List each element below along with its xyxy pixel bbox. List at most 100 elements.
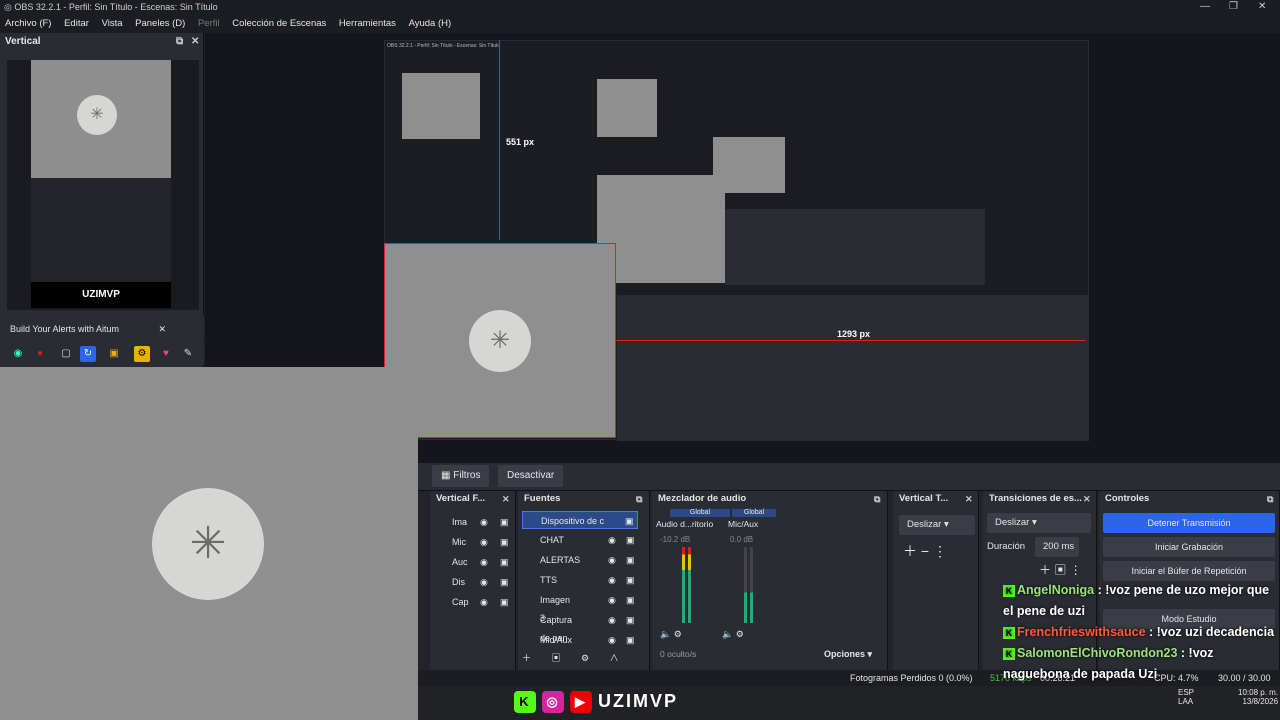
close-icon[interactable]: ✕ <box>1258 0 1266 14</box>
lock-icon[interactable]: ▣ <box>625 512 634 530</box>
stream-icon[interactable]: ◉ <box>10 346 26 362</box>
menu-editar[interactable]: Editar <box>64 18 89 29</box>
sources-actions[interactable]: ＋ ▣ ⚙ ∧ ∨ <box>522 649 649 681</box>
size-label: 1293 px <box>837 329 871 339</box>
menu-vista[interactable]: Vista <box>102 18 123 29</box>
lock-icon[interactable]: ▣ <box>626 631 635 649</box>
lock-icon[interactable]: ▣ <box>626 531 635 549</box>
minimize-icon[interactable]: — <box>1200 0 1210 14</box>
eye-icon[interactable]: ◉ <box>608 611 616 629</box>
volume-db: -10.2 dB <box>660 535 691 544</box>
transition-select[interactable]: Deslizar ▾ <box>899 515 975 535</box>
chat-user: SalomonElChivoRondon23 <box>1017 646 1178 660</box>
menu-perfil[interactable]: Perfil <box>198 18 220 29</box>
chat-message: K SalomonElChivoRondon23 : !voz naguebona… <box>1003 643 1280 685</box>
lock-icon[interactable]: ▣ <box>626 571 635 589</box>
lock-icon[interactable]: ▣ <box>626 551 635 569</box>
close-icon[interactable]: ✕ <box>158 316 166 342</box>
dropped-frames: Fotogramas Perdidos 0 (0.0%) <box>850 673 973 683</box>
eye-icon[interactable]: ◉ <box>480 553 488 571</box>
dock-title: Controles <box>1105 493 1150 504</box>
eye-icon[interactable]: ◉ <box>480 513 488 531</box>
options-button[interactable]: Opciones ▾ <box>824 649 872 660</box>
heart-icon[interactable]: ♥ <box>158 346 174 362</box>
menu-herramientas[interactable]: Herramientas <box>339 18 396 29</box>
source-name: Ima <box>452 517 468 527</box>
vertical-t-dock: Vertical T... ✕ Deslizar ▾ ＋ − ⋮ <box>893 491 979 671</box>
transition-select[interactable]: Deslizar ▾ <box>987 513 1091 533</box>
float-icon[interactable]: ⧉ <box>176 33 183 51</box>
lock-icon[interactable]: ▣ <box>500 553 509 571</box>
selected-source[interactable]: ✳ <box>384 243 616 438</box>
stop-icon[interactable]: ▢ <box>58 346 74 362</box>
close-icon[interactable]: ✕ <box>502 491 510 507</box>
eye-icon[interactable]: ◉ <box>608 531 616 549</box>
eye-icon[interactable]: ◉ <box>608 631 616 649</box>
dock-title: Vertical T... <box>899 493 949 504</box>
float-icon[interactable]: ⧉ <box>1267 491 1273 507</box>
eye-icon[interactable]: ◉ <box>608 591 616 609</box>
menu-bar: Archivo (F) Editar Vista Paneles (D) Per… <box>0 14 1280 33</box>
add-remove-buttons[interactable]: ＋ − ⋮ <box>903 541 947 561</box>
instagram-icon: ◎ <box>542 691 564 714</box>
dock-header: Vertical F... ✕ <box>430 491 515 507</box>
eye-icon[interactable]: ◉ <box>480 593 488 611</box>
close-icon[interactable]: ✕ <box>1083 491 1091 507</box>
duration-field[interactable]: 200 ms <box>1035 537 1079 557</box>
lock-icon[interactable]: ▣ <box>500 593 509 611</box>
vertical-dock-title: Vertical <box>5 36 41 47</box>
speaker-icon[interactable]: 🔈 ⚙ <box>660 629 682 640</box>
transition-value: Deslizar <box>995 517 1030 528</box>
list-item[interactable]: Dispositivo de c ▣ <box>522 511 638 529</box>
speaker-icon[interactable]: 🔈 ⚙ <box>722 629 744 640</box>
chat-icon[interactable]: ✎ <box>180 346 196 362</box>
record-icon[interactable]: ● <box>32 346 48 362</box>
stop-streaming-button[interactable]: Detener Transmisión <box>1103 513 1275 533</box>
size-label: 551 px <box>506 137 535 147</box>
deactivate-button[interactable]: Desactivar <box>498 465 564 487</box>
selection-line <box>499 40 500 240</box>
large-gray-source: ✳ <box>0 367 418 720</box>
obs-logo-icon: ◎ <box>4 2 12 12</box>
settings-icon[interactable]: ⚙ <box>134 346 150 362</box>
replay-icon[interactable]: ↻ <box>80 346 96 362</box>
eye-icon[interactable]: ◉ <box>608 571 616 589</box>
replay-buffer-button[interactable]: Iniciar el Búfer de Repetición <box>1103 561 1275 581</box>
eye-icon[interactable]: ◉ <box>480 533 488 551</box>
screenshot-icon[interactable]: ▣ <box>106 346 122 362</box>
kick-icon: K <box>514 691 536 714</box>
eye-icon[interactable]: ◉ <box>480 573 488 591</box>
vertical-dock-header: Vertical ⧉ ✕ <box>0 33 203 51</box>
lock-icon[interactable]: ▣ <box>626 591 635 609</box>
eye-icon[interactable]: ◉ <box>608 551 616 569</box>
filters-button[interactable]: ▦ Filtros <box>432 465 490 487</box>
volume-meter <box>744 547 747 623</box>
selection-line <box>616 340 1086 341</box>
nested-obs-docks <box>617 295 1089 441</box>
vertical-action-row: ◉ ● ▢ ↻ ▣ ⚙ ♥ ✎ <box>0 343 204 365</box>
transition-actions[interactable]: ＋ ▣ ⋮ <box>1039 561 1082 578</box>
channel-name[interactable]: Mic/Aux <box>728 519 758 529</box>
lock-icon[interactable]: ▣ <box>626 611 635 629</box>
nested-gray-source <box>597 175 725 283</box>
lock-icon[interactable]: ▣ <box>500 513 509 531</box>
close-icon[interactable]: ✕ <box>965 491 973 507</box>
start-recording-button[interactable]: Iniciar Grabación <box>1103 537 1275 557</box>
close-icon[interactable]: ✕ <box>191 33 199 51</box>
menu-coleccion[interactable]: Colección de Escenas <box>232 18 326 29</box>
brand-text: UZIMVP <box>598 691 679 711</box>
channel-tag: Global <box>670 509 730 517</box>
source-name: Auc <box>452 557 468 567</box>
vertical-gray-source: ✳ <box>31 60 171 178</box>
lock-icon[interactable]: ▣ <box>500 533 509 551</box>
menu-archivo[interactable]: Archivo (F) <box>5 18 51 29</box>
float-icon[interactable]: ⧉ <box>636 491 642 507</box>
maximize-icon[interactable]: ❐ <box>1229 0 1238 14</box>
sources-dock: Fuentes ⧉ Dispositivo de c ▣ CHAT ◉ ▣ ALERTA… <box>518 491 650 681</box>
float-icon[interactable]: ⧉ <box>874 491 880 507</box>
lock-icon[interactable]: ▣ <box>500 573 509 591</box>
aitum-alerts-label: Build Your Alerts with Aitum <box>10 324 120 334</box>
menu-ayuda[interactable]: Ayuda (H) <box>409 18 452 29</box>
menu-paneles[interactable]: Paneles (D) <box>135 18 185 29</box>
channel-name[interactable]: Audio d...ritorio <box>656 519 713 529</box>
